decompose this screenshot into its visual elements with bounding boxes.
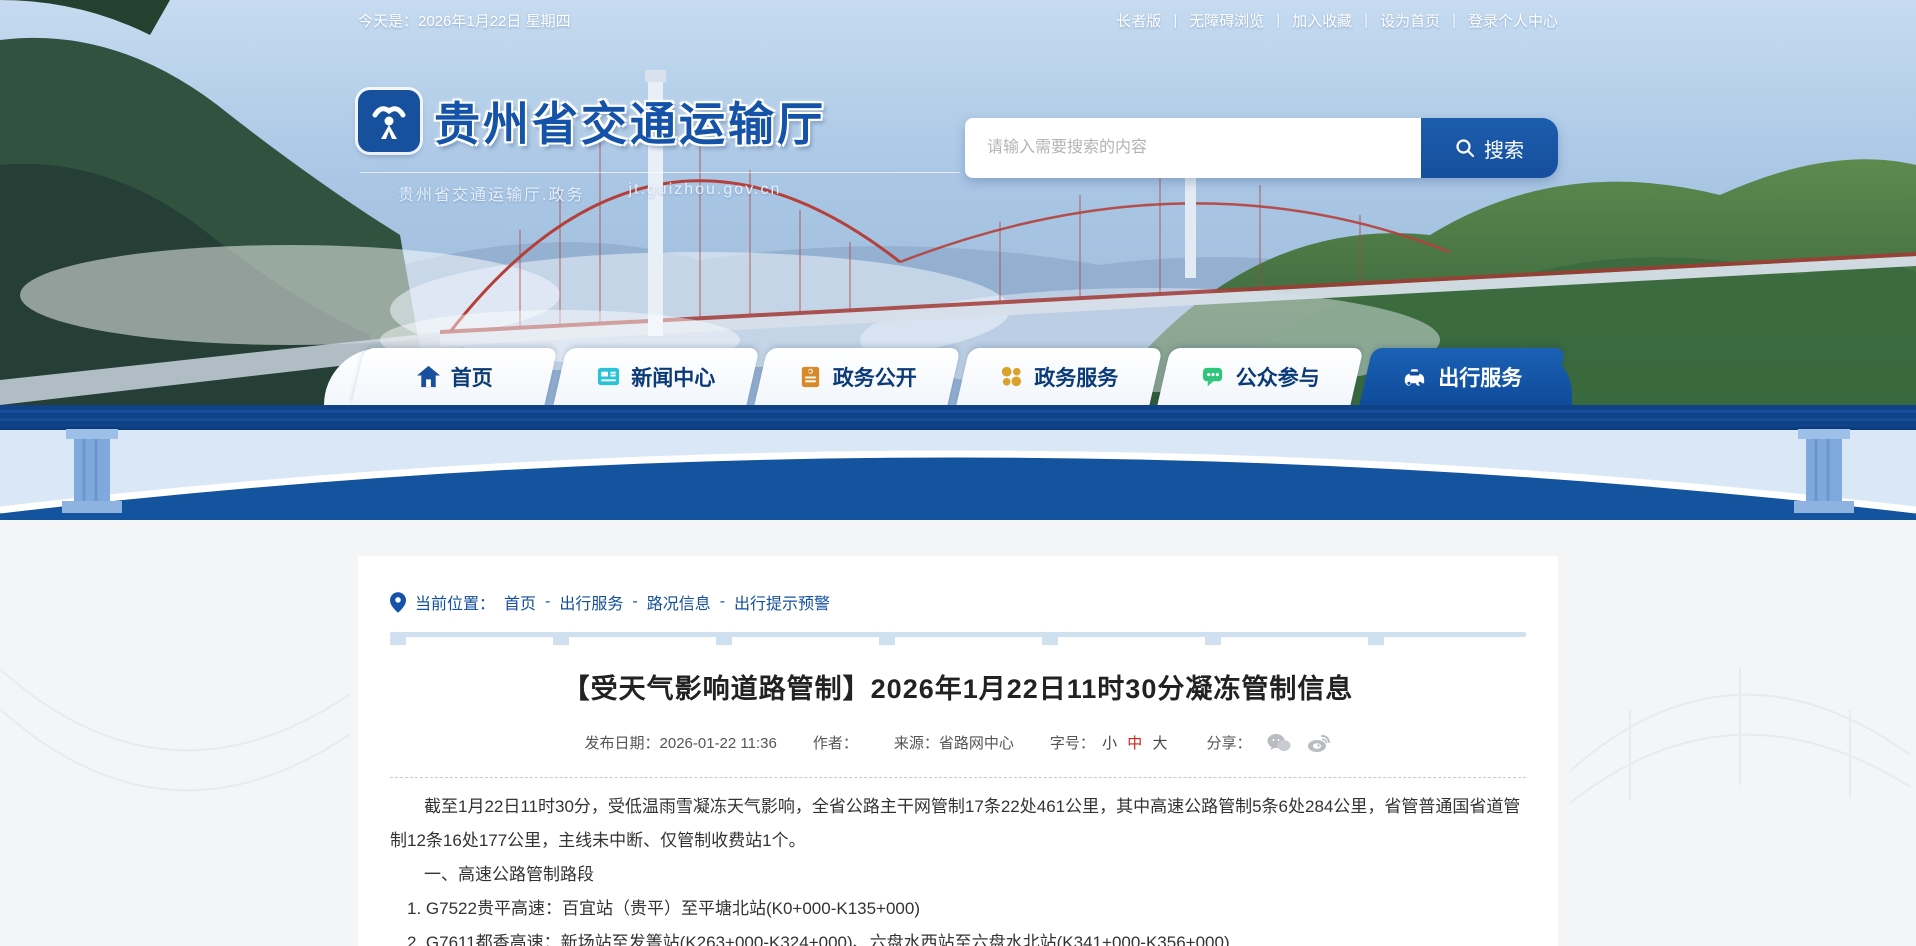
- article-meta: 发布日期：2026-01-22 11:36 作者： 来源：省路网中心 字号： 小…: [390, 732, 1526, 753]
- article-card: 当前位置： 首页 - 出行服务 - 路况信息 - 出行提示预警 【受天气影响道路…: [358, 556, 1558, 946]
- news-icon: [596, 364, 621, 389]
- article-title: 【受天气影响道路管制】2026年1月22日11时30分凝冻管制信息: [390, 667, 1526, 706]
- breadcrumb-item-travel-services[interactable]: 出行服务: [559, 590, 623, 614]
- tab-label: 政务公开: [833, 362, 917, 392]
- publish-date-value: 2026-01-22 11:36: [660, 735, 777, 752]
- tab-home[interactable]: 首页: [358, 348, 551, 405]
- search-icon: [1455, 138, 1475, 158]
- link-login-personal-center[interactable]: 登录个人中心: [1468, 10, 1558, 31]
- hero-header: 今天是：2026年1月22日 星期四 长者版 | 无障碍浏览 | 加入收藏 | …: [0, 0, 1916, 405]
- topbar-links: 长者版 | 无障碍浏览 | 加入收藏 | 设为首页 | 登录个人中心: [1116, 10, 1558, 31]
- tab-gov-services[interactable]: 政务服务: [963, 348, 1156, 405]
- share-label: 分享：: [1206, 732, 1251, 753]
- bridge-deck-divider: [390, 632, 1526, 645]
- source-value: 省路网中心: [939, 735, 1014, 752]
- paragraph: 截至1月22日11时30分，受低温雨雪凝冻天气影响，全省公路主干网管制17条22…: [390, 790, 1526, 858]
- tab-label: 新闻中心: [631, 362, 715, 392]
- tab-public-participation[interactable]: 公众参与: [1164, 348, 1357, 405]
- topbar: 今天是：2026年1月22日 星期四 长者版 | 无障碍浏览 | 加入收藏 | …: [358, 10, 1558, 31]
- breadcrumb-item-travel-alerts[interactable]: 出行提示预警: [734, 590, 830, 614]
- breadcrumb: 当前位置： 首页 - 出行服务 - 路况信息 - 出行提示预警: [390, 590, 1526, 614]
- gov-services-icon: [999, 364, 1024, 389]
- tab-label: 出行服务: [1438, 362, 1522, 392]
- separator: |: [1173, 12, 1177, 29]
- brand-subtitle-domain: jt.guizhou.gov.cn: [628, 181, 781, 205]
- home-icon: [416, 364, 441, 389]
- paragraph: 2. G7611都香高速：新场站至发箐站(K263+000-K324+000)、…: [390, 926, 1526, 946]
- source-label: 来源：: [894, 735, 939, 752]
- separator: |: [1364, 12, 1368, 29]
- font-size-label: 字号：: [1050, 735, 1095, 752]
- search-button-label: 搜索: [1484, 134, 1524, 163]
- search-input[interactable]: [965, 118, 1421, 178]
- breadcrumb-item-road-info[interactable]: 路况信息: [647, 590, 711, 614]
- tab-travel-services[interactable]: 出行服务: [1366, 348, 1559, 405]
- bridge-band-decoration: [0, 405, 1916, 520]
- tab-label: 公众参与: [1236, 362, 1320, 392]
- location-pin-icon: [390, 592, 406, 613]
- font-size-medium[interactable]: 中: [1127, 735, 1142, 752]
- today-date: 今天是：2026年1月22日 星期四: [358, 10, 571, 31]
- car-icon: [1401, 363, 1428, 390]
- watermark-sketch: [0, 640, 350, 940]
- participation-icon: [1201, 364, 1226, 389]
- site-logo-icon: [358, 90, 420, 152]
- tab-gov-open[interactable]: 政务公开: [761, 348, 954, 405]
- link-elder-version[interactable]: 长者版: [1116, 10, 1161, 31]
- brand-subtitle-gov: 贵州省交通运输厅.政务: [398, 181, 584, 205]
- link-accessibility[interactable]: 无障碍浏览: [1189, 10, 1264, 31]
- gov-open-icon: [798, 364, 823, 389]
- main-nav: 首页 新闻中心: [358, 348, 1558, 405]
- separator: -: [545, 593, 550, 611]
- separator: -: [720, 593, 725, 611]
- site-brand[interactable]: 贵州省交通运输厅: [358, 88, 826, 154]
- weibo-icon[interactable]: [1307, 733, 1331, 753]
- search-button[interactable]: 搜索: [1421, 118, 1558, 178]
- wechat-icon[interactable]: [1267, 733, 1291, 753]
- search-bar: 搜索: [965, 118, 1558, 178]
- font-size-small[interactable]: 小: [1102, 735, 1117, 752]
- share-controls: 分享：: [1206, 732, 1331, 753]
- tab-news-center[interactable]: 新闻中心: [560, 348, 753, 405]
- site-title: 贵州省交通运输厅: [434, 88, 826, 154]
- font-size-control: 字号： 小 中 大: [1050, 732, 1171, 753]
- dashed-divider: [390, 777, 1526, 778]
- watermark-sketch: [1570, 550, 1910, 850]
- publish-date: 发布日期：2026-01-22 11:36: [585, 732, 777, 753]
- separator: -: [632, 593, 637, 611]
- article-body: 截至1月22日11时30分，受低温雨雪凝冻天气影响，全省公路主干网管制17条22…: [390, 790, 1526, 946]
- paragraph: 1. G7522贵平高速：百宜站（贵平）至平塘北站(K0+000-K135+00…: [390, 892, 1526, 926]
- separator: |: [1452, 12, 1456, 29]
- link-set-homepage[interactable]: 设为首页: [1380, 10, 1440, 31]
- section-heading: 一、高速公路管制路段: [390, 858, 1526, 892]
- separator: |: [1276, 12, 1280, 29]
- tab-label: 首页: [451, 362, 493, 392]
- author-label: 作者：: [813, 735, 858, 752]
- font-size-large[interactable]: 大: [1152, 735, 1167, 752]
- link-add-favorite[interactable]: 加入收藏: [1292, 10, 1352, 31]
- breadcrumb-item-home[interactable]: 首页: [504, 590, 536, 614]
- tab-label: 政务服务: [1034, 362, 1118, 392]
- publish-date-label: 发布日期：: [585, 735, 660, 752]
- breadcrumb-label: 当前位置：: [415, 590, 495, 614]
- source: 来源：省路网中心: [894, 732, 1014, 753]
- author: 作者：: [813, 732, 858, 753]
- brand-subtitle: 贵州省交通运输厅.政务 jt.guizhou.gov.cn: [398, 181, 781, 205]
- content-area: 当前位置： 首页 - 出行服务 - 路况信息 - 出行提示预警 【受天气影响道路…: [0, 520, 1916, 946]
- brand-divider: [360, 172, 960, 173]
